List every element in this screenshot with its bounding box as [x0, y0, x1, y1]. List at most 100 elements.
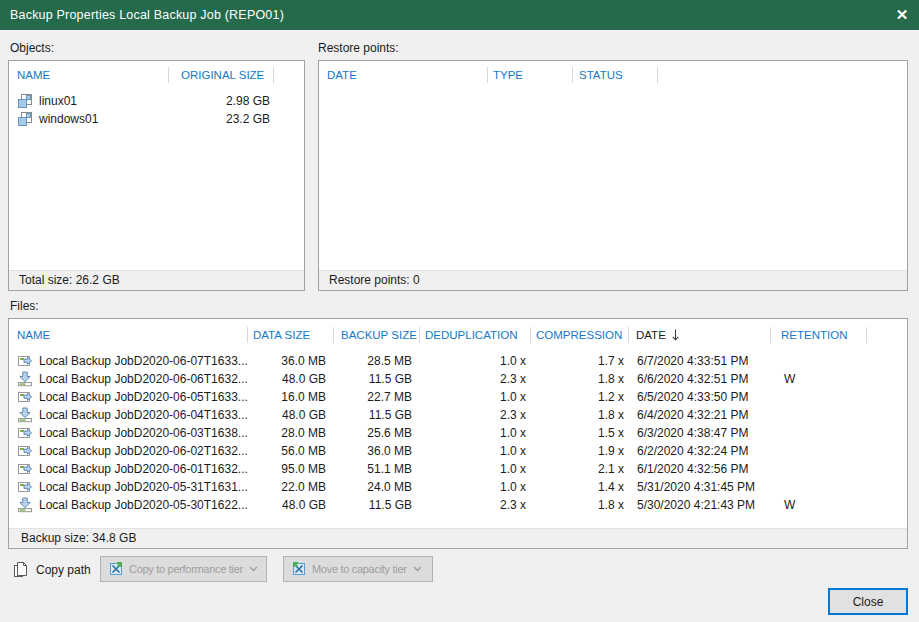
files-col-retention[interactable]: RETENTION [771, 319, 867, 350]
file-dedup: 1.0 x [420, 352, 531, 370]
file-data-size: 28.0 MB [248, 424, 334, 442]
file-date: 5/31/2020 4:31:45 PM [629, 478, 771, 496]
file-dedup: 2.3 x [420, 406, 531, 424]
file-name: Local Backup JobD2020-06-01T1632... [39, 460, 248, 478]
backup-file-icon [17, 389, 33, 405]
file-backup-size: 22.7 MB [334, 388, 420, 406]
file-date: 6/6/2020 4:32:51 PM [629, 370, 771, 388]
copy-path-button[interactable]: Copy path [12, 557, 91, 583]
file-retention [771, 478, 867, 496]
files-col-data-size[interactable]: DATA SIZE [248, 319, 334, 350]
backup-file-icon [17, 407, 33, 423]
copy-to-performance-tier-button[interactable]: Copy to performance tier [100, 556, 267, 582]
chevron-down-icon [413, 566, 422, 572]
move-to-capacity-tier-button[interactable]: Move to capacity tier [283, 556, 433, 582]
backup-file-icon [17, 425, 33, 441]
file-dedup: 1.0 x [420, 478, 531, 496]
backup-file-icon [17, 479, 33, 495]
copy-to-performance-tier-label: Copy to performance tier [129, 563, 243, 575]
file-data-size: 48.0 GB [248, 406, 334, 424]
file-row[interactable]: Local Backup JobD2020-06-06T1632... 48.0… [9, 370, 907, 388]
performance-tier-icon [108, 561, 124, 577]
restore-footer: Restore points: 0 [319, 270, 907, 290]
file-name: Local Backup JobD2020-06-05T1633... [39, 388, 248, 406]
file-row[interactable]: Local Backup JobD2020-06-05T1633... 16.0… [9, 388, 907, 406]
copy-path-icon [12, 561, 29, 579]
close-icon[interactable]: ✕ [885, 0, 919, 30]
file-dedup: 2.3 x [420, 496, 531, 514]
file-name: Local Backup JobD2020-06-04T1633... [39, 406, 248, 424]
file-date: 6/7/2020 4:33:51 PM [629, 352, 771, 370]
file-compression: 1.7 x [531, 352, 629, 370]
file-row[interactable]: Local Backup JobD2020-05-31T1631... 22.0… [9, 478, 907, 496]
vm-icon [17, 93, 33, 109]
sort-descending-icon [672, 329, 679, 341]
file-name: Local Backup JobD2020-05-31T1631... [39, 478, 248, 496]
file-dedup: 1.0 x [420, 424, 531, 442]
restore-col-type[interactable]: TYPE [488, 61, 573, 89]
file-data-size: 22.0 MB [248, 478, 334, 496]
file-backup-size: 11.5 GB [334, 370, 420, 388]
object-name: windows01 [39, 110, 98, 128]
object-name: linux01 [39, 92, 77, 110]
file-row[interactable]: Local Backup JobD2020-06-03T1638... 28.0… [9, 424, 907, 442]
file-row[interactable]: Local Backup JobD2020-06-04T1633... 48.0… [9, 406, 907, 424]
files-col-deduplication[interactable]: DEDUPLICATION [420, 319, 531, 350]
file-dedup: 1.0 x [420, 460, 531, 478]
file-backup-size: 24.0 MB [334, 478, 420, 496]
file-name: Local Backup JobD2020-06-07T1633... [39, 352, 248, 370]
file-compression: 1.9 x [531, 442, 629, 460]
file-retention [771, 352, 867, 370]
file-backup-size: 11.5 GB [334, 406, 420, 424]
file-date: 6/3/2020 4:38:47 PM [629, 424, 771, 442]
file-retention [771, 388, 867, 406]
object-size: 2.98 GB [169, 92, 274, 110]
files-col-name[interactable]: NAME [9, 319, 248, 350]
files-col-compression[interactable]: COMPRESSION [531, 319, 629, 350]
restore-header: DATE TYPE STATUS [319, 61, 907, 89]
file-compression: 1.8 x [531, 496, 629, 514]
file-name: Local Backup JobD2020-06-03T1638... [39, 424, 248, 442]
file-row[interactable]: Local Backup JobD2020-06-07T1633... 36.0… [9, 352, 907, 370]
files-rows: Local Backup JobD2020-06-07T1633... 36.0… [9, 350, 907, 528]
titlebar: Backup Properties Local Backup Job (REPO… [0, 0, 919, 30]
close-button[interactable]: Close [828, 588, 908, 615]
file-row[interactable]: Local Backup JobD2020-06-01T1632... 95.0… [9, 460, 907, 478]
file-data-size: 56.0 MB [248, 442, 334, 460]
file-data-size: 48.0 GB [248, 370, 334, 388]
file-row[interactable]: Local Backup JobD2020-06-02T1632... 56.0… [9, 442, 907, 460]
backup-file-icon [17, 371, 33, 387]
files-col-backup-size[interactable]: BACKUP SIZE [334, 319, 420, 350]
file-retention [771, 406, 867, 424]
object-row[interactable]: windows01 23.2 GB [9, 110, 304, 128]
vm-icon [17, 111, 33, 127]
file-compression: 1.8 x [531, 406, 629, 424]
file-data-size: 36.0 MB [248, 352, 334, 370]
file-compression: 1.4 x [531, 478, 629, 496]
files-col-date[interactable]: DATE [629, 319, 771, 350]
objects-col-size[interactable]: ORIGINAL SIZE [169, 61, 274, 89]
file-compression: 1.2 x [531, 388, 629, 406]
objects-col-name[interactable]: NAME [9, 61, 169, 89]
file-retention [771, 460, 867, 478]
capacity-tier-icon [291, 561, 307, 577]
file-row[interactable]: Local Backup JobD2020-05-30T1622... 48.0… [9, 496, 907, 514]
file-compression: 1.8 x [531, 370, 629, 388]
backup-file-icon [17, 353, 33, 369]
objects-label: Objects: [10, 41, 54, 55]
file-data-size: 16.0 MB [248, 388, 334, 406]
file-backup-size: 51.1 MB [334, 460, 420, 478]
backup-file-icon [17, 497, 33, 513]
file-retention [771, 424, 867, 442]
restore-col-status[interactable]: STATUS [573, 61, 658, 89]
file-date: 5/30/2020 4:21:43 PM [629, 496, 771, 514]
file-date: 6/4/2020 4:32:21 PM [629, 406, 771, 424]
file-dedup: 1.0 x [420, 388, 531, 406]
object-row[interactable]: linux01 2.98 GB [9, 92, 304, 110]
restore-points-label: Restore points: [318, 41, 399, 55]
window-title: Backup Properties Local Backup Job (REPO… [10, 8, 284, 22]
file-backup-size: 36.0 MB [334, 442, 420, 460]
file-date: 6/1/2020 4:32:56 PM [629, 460, 771, 478]
restore-col-date[interactable]: DATE [319, 61, 488, 89]
restore-rows [319, 89, 907, 270]
